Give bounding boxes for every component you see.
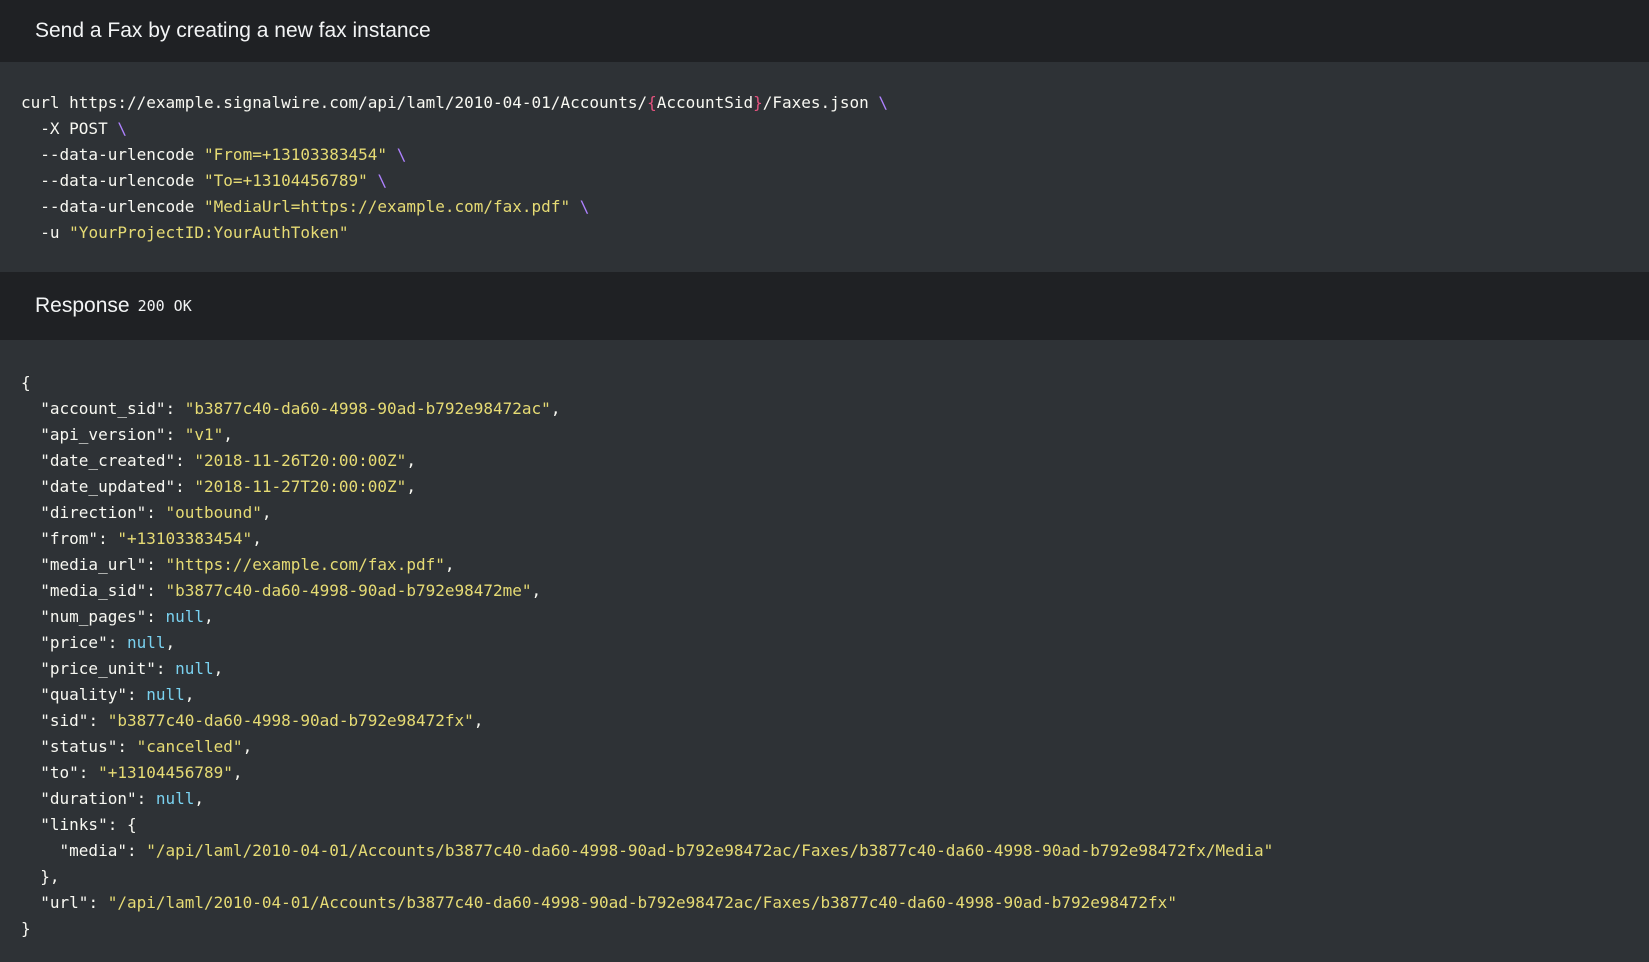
line-continuation: \ <box>878 93 888 112</box>
curl-command: curl https://example.signalwire.com/api/… <box>21 93 648 112</box>
json-line: "media_url": "https://example.com/fax.pd… <box>40 555 455 574</box>
json-key: "from" <box>40 529 99 548</box>
json-line: "to": "+13104456789", <box>40 763 243 782</box>
json-key: "account_sid" <box>40 399 166 418</box>
json-value: "2018-11-27T20:00:00Z" <box>194 477 407 496</box>
json-value: "b3877c40-da60-4998-90ad-b792e98472me" <box>165 581 532 600</box>
json-key: "date_updated" <box>40 477 176 496</box>
json-line: "media_sid": "b3877c40-da60-4998-90ad-b7… <box>40 581 542 600</box>
curl-data-flag: --data-urlencode <box>40 145 195 164</box>
json-line: "price": null, <box>40 633 176 652</box>
curl-data-flag: --data-urlencode <box>40 171 195 190</box>
json-key: "media" <box>59 841 127 860</box>
json-line: "account_sid": "b3877c40-da60-4998-90ad-… <box>40 399 561 418</box>
json-value: null <box>155 789 195 808</box>
json-key: "price_unit" <box>40 659 156 678</box>
curl-line: --data-urlencode "To=+13104456789" \ <box>21 168 1649 194</box>
json-response-block: { "account_sid": "b3877c40-da60-4998-90a… <box>0 340 1649 962</box>
json-key: "media_url" <box>40 555 147 574</box>
json-key: "links" <box>40 815 108 834</box>
curl-auth-credentials: "YourProjectID:YourAuthToken" <box>69 223 349 242</box>
json-line: "quality": null, <box>40 685 195 704</box>
curl-path-suffix: /Faxes.json <box>762 93 869 112</box>
json-key: "price" <box>40 633 108 652</box>
json-key: "num_pages" <box>40 607 147 626</box>
curl-line: --data-urlencode "MediaUrl=https://examp… <box>21 194 1649 220</box>
curl-line: -X POST \ <box>21 116 1649 142</box>
json-close-brace: } <box>21 919 31 938</box>
json-value: "+13104456789" <box>98 763 233 782</box>
json-value: "cancelled" <box>136 737 243 756</box>
json-line: "from": "+13103383454", <box>40 529 262 548</box>
json-key: "date_created" <box>40 451 176 470</box>
json-line: "date_updated": "2018-11-27T20:00:00Z", <box>40 477 416 496</box>
json-key: "to" <box>40 763 79 782</box>
json-line-links-open: "links": { <box>40 815 137 834</box>
json-line-links-media: "media": "/api/laml/2010-04-01/Accounts/… <box>59 841 1274 860</box>
json-line: "price_unit": null, <box>40 659 224 678</box>
curl-code-block: curl https://example.signalwire.com/api/… <box>0 62 1649 272</box>
json-key: "sid" <box>40 711 89 730</box>
json-line-url: "url": "/api/laml/2010-04-01/Accounts/b3… <box>40 893 1177 912</box>
json-value: "+13103383454" <box>117 529 253 548</box>
curl-line: --data-urlencode "From=+13103383454" \ <box>21 142 1649 168</box>
line-continuation: \ <box>396 145 407 164</box>
json-value: null <box>175 659 214 678</box>
curl-line: -u "YourProjectID:YourAuthToken" <box>21 220 1649 246</box>
curl-line: curl https://example.signalwire.com/api/… <box>21 90 1649 116</box>
json-key: "url" <box>40 893 89 912</box>
json-line: "date_created": "2018-11-26T20:00:00Z", <box>40 451 416 470</box>
json-value: "2018-11-26T20:00:00Z" <box>194 451 407 470</box>
json-open-brace: { <box>21 373 31 392</box>
json-line: "api_version": "v1", <box>40 425 233 444</box>
json-key: "direction" <box>40 503 147 522</box>
json-value: "b3877c40-da60-4998-90ad-b792e98472fx" <box>107 711 474 730</box>
json-line: "num_pages": null, <box>40 607 214 626</box>
response-title: Response <box>35 294 130 317</box>
placeholder-account-sid: AccountSid <box>656 93 754 112</box>
json-key: "media_sid" <box>40 581 147 600</box>
line-continuation: \ <box>117 119 127 138</box>
json-key: "quality" <box>40 685 127 704</box>
request-title: Send a Fax by creating a new fax instanc… <box>35 19 431 42</box>
json-line: "sid": "b3877c40-da60-4998-90ad-b792e984… <box>40 711 484 730</box>
json-key: "api_version" <box>40 425 166 444</box>
response-header: Response 200 OK <box>0 272 1649 340</box>
json-value: "/api/laml/2010-04-01/Accounts/b3877c40-… <box>146 841 1274 860</box>
json-line: "direction": "outbound", <box>40 503 272 522</box>
response-status: 200 OK <box>137 297 192 315</box>
json-value: "v1" <box>184 425 224 444</box>
json-value: "outbound" <box>165 503 262 522</box>
json-value: null <box>146 685 185 704</box>
curl-data-media-url: "MediaUrl=https://example.com/fax.pdf" <box>204 197 571 216</box>
json-value: "/api/laml/2010-04-01/Accounts/b3877c40-… <box>107 893 1177 912</box>
json-key: "duration" <box>40 789 137 808</box>
placeholder-open-brace: { <box>647 93 657 112</box>
json-key: "status" <box>40 737 118 756</box>
curl-data-flag: --data-urlencode <box>40 197 195 216</box>
json-value: "b3877c40-da60-4998-90ad-b792e98472ac" <box>184 399 551 418</box>
json-value: "https://example.com/fax.pdf" <box>165 555 445 574</box>
curl-method-flag: -X POST <box>40 119 108 138</box>
placeholder-close-brace: } <box>753 93 763 112</box>
line-continuation: \ <box>579 197 590 216</box>
json-line: "status": "cancelled", <box>40 737 253 756</box>
json-line-links-close: }, <box>21 867 60 886</box>
json-line: "duration": null, <box>40 789 205 808</box>
curl-data-from: "From=+13103383454" <box>204 145 388 164</box>
json-value: null <box>165 607 205 626</box>
curl-data-to: "To=+13104456789" <box>204 171 368 190</box>
line-continuation: \ <box>377 171 388 190</box>
json-value: null <box>126 633 166 652</box>
curl-auth-flag: -u <box>40 223 60 242</box>
request-header: Send a Fax by creating a new fax instanc… <box>0 0 1649 62</box>
